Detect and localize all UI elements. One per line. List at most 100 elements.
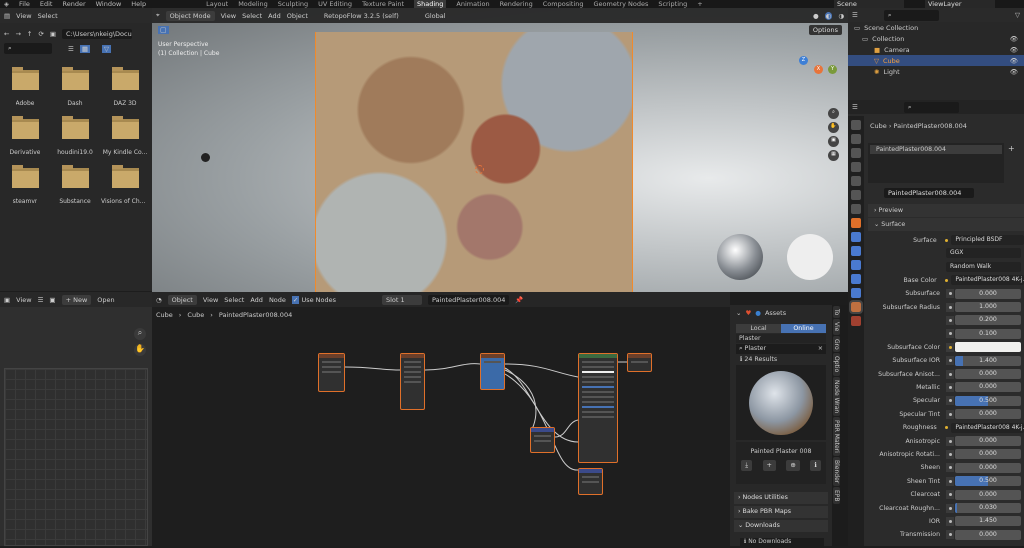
property-slider[interactable]: 0.500 xyxy=(955,476,1021,487)
property-dropdown[interactable]: Random Walk xyxy=(946,261,1021,272)
socket-icon[interactable] xyxy=(946,503,954,513)
menu-select[interactable]: Select xyxy=(38,12,58,20)
socket-icon[interactable] xyxy=(946,490,954,500)
modifier-tab-icon[interactable] xyxy=(851,232,861,242)
shading-material-icon[interactable]: ◐ xyxy=(824,11,833,20)
scene-tab-icon[interactable] xyxy=(851,176,861,186)
new-image-button[interactable]: + New xyxy=(61,294,92,305)
outliner-item-cube[interactable]: ▽ Cube 👁 xyxy=(848,55,1024,66)
vtab-options[interactable]: Optio xyxy=(833,353,840,376)
add-slot-button[interactable]: + xyxy=(1008,144,1015,153)
shader-node-editor[interactable]: ◔ Object View Select Add Node ✓ Use Node… xyxy=(152,292,730,546)
preview-panel-header[interactable]: › Preview xyxy=(868,204,1024,217)
menu-view[interactable]: View xyxy=(16,12,31,20)
socket-icon[interactable] xyxy=(943,276,951,285)
property-slider[interactable]: 0.000 xyxy=(955,462,1021,473)
tab-sculpting[interactable]: Sculpting xyxy=(278,0,308,8)
socket-icon[interactable] xyxy=(946,530,954,540)
socket-icon[interactable] xyxy=(946,463,954,473)
property-slider[interactable]: 1.400 xyxy=(955,355,1021,366)
visibility-eye-icon[interactable]: 👁 xyxy=(1010,46,1024,54)
tab-compositing[interactable]: Compositing xyxy=(543,0,584,8)
shading-rendered-icon[interactable]: ◑ xyxy=(838,12,844,20)
visibility-eye-icon[interactable]: 👁 xyxy=(1010,57,1024,65)
particles-tab-icon[interactable] xyxy=(851,246,861,256)
property-slider[interactable]: 0.000 xyxy=(955,382,1021,393)
ortho-toggle-icon[interactable]: ▦ xyxy=(828,150,839,161)
outliner-item-light[interactable]: ✺ Light 👁 xyxy=(848,66,1024,77)
tab-layout[interactable]: Layout xyxy=(206,0,228,8)
add-icon[interactable]: + xyxy=(762,460,776,471)
tab-shading[interactable]: Shading xyxy=(414,0,447,8)
nodes-utilities-panel[interactable]: › Nodes Utilities xyxy=(734,492,828,504)
material-name-field[interactable]: PaintedPlaster008.004 xyxy=(884,188,974,198)
display-thumbnails-icon[interactable]: ▦ xyxy=(79,44,90,53)
bake-pbr-maps-panel[interactable]: › Bake PBR Maps xyxy=(734,506,828,518)
material-tab-icon[interactable] xyxy=(849,300,863,314)
tab-uv-editing[interactable]: UV Editing xyxy=(318,0,352,8)
viewlayer-field[interactable]: ViewLayer xyxy=(925,0,995,8)
property-link-field[interactable]: PaintedPlaster008 4K-j... xyxy=(951,422,1024,433)
light-icon[interactable] xyxy=(201,153,210,162)
socket-icon[interactable] xyxy=(946,315,954,325)
outliner-search-input[interactable]: ⌕ xyxy=(883,9,939,21)
visibility-eye-icon[interactable]: 👁 xyxy=(1010,35,1024,43)
vtab-epb[interactable]: EPB xyxy=(833,486,840,505)
parent-dir-icon[interactable]: ↑ xyxy=(27,30,32,38)
gizmo-y-axis[interactable]: Y xyxy=(828,65,837,74)
blender-logo-icon[interactable]: ◈ xyxy=(4,0,9,8)
property-slider[interactable]: 0.000 xyxy=(955,489,1021,500)
socket-icon[interactable] xyxy=(946,369,954,379)
view-layer-tab-icon[interactable] xyxy=(851,162,861,172)
socket-icon[interactable] xyxy=(946,409,954,419)
tab-animation[interactable]: Animation xyxy=(456,0,489,8)
editor-type-icon[interactable]: ⌖ xyxy=(156,11,160,20)
pan-hand-icon[interactable]: ✋ xyxy=(134,344,146,356)
socket-icon[interactable] xyxy=(943,236,951,245)
editor-type-icon[interactable]: ▤ xyxy=(4,12,10,20)
material-slot[interactable]: PaintedPlaster008.004 xyxy=(870,145,1002,154)
socket-icon[interactable] xyxy=(946,476,954,486)
filter-icon[interactable]: ▽ xyxy=(1015,11,1020,19)
refresh-icon[interactable]: ⟳ xyxy=(38,30,43,38)
property-slider[interactable]: 0.000 xyxy=(955,369,1021,379)
editor-type-icon[interactable]: ▣ xyxy=(4,296,10,304)
path-input[interactable]: C:\Users\nkeig\Docum... xyxy=(61,28,132,39)
vtab-group[interactable]: Gro xyxy=(833,335,840,353)
uv-grid[interactable] xyxy=(4,368,148,546)
menu-view[interactable]: View xyxy=(221,12,236,20)
search-input[interactable]: ⌕ xyxy=(4,43,52,54)
property-slider[interactable]: 0.000 xyxy=(955,449,1021,460)
forward-icon[interactable]: → xyxy=(15,30,20,38)
outliner-collection[interactable]: ▭ Collection 👁 xyxy=(848,33,1024,44)
socket-icon[interactable] xyxy=(946,356,954,366)
menu-render[interactable]: Render xyxy=(62,0,85,8)
category-dropdown[interactable]: Plaster xyxy=(736,334,826,343)
collapse-icon[interactable]: ⌄ xyxy=(736,309,741,317)
shading-solid-icon[interactable]: ● xyxy=(813,12,819,20)
downloads-panel[interactable]: ⌄ Downloads xyxy=(734,520,828,532)
folder-item[interactable]: Visions of Cha... xyxy=(100,165,150,205)
menu-add[interactable]: Add xyxy=(268,12,281,20)
outliner-type-icon[interactable]: ☰ xyxy=(852,11,858,19)
socket-icon[interactable] xyxy=(946,302,954,312)
constraints-tab-icon[interactable] xyxy=(851,274,861,284)
image-browse-icon[interactable]: ▣ xyxy=(49,296,55,304)
property-slider[interactable]: 0.500 xyxy=(955,395,1021,406)
principled-bsdf-node[interactable] xyxy=(578,353,618,463)
zoom-icon[interactable]: ⌕ xyxy=(828,108,839,119)
texture-tab-icon[interactable] xyxy=(851,316,861,326)
filter-icon[interactable]: ▽ xyxy=(101,44,111,53)
outliner-item-camera[interactable]: ■ Camera 👁 xyxy=(848,44,1024,55)
menu-help[interactable]: Help xyxy=(131,0,146,8)
property-slider[interactable]: 1.450 xyxy=(955,516,1021,527)
asset-search-input[interactable]: ⌕ Plaster × xyxy=(736,344,826,354)
tab-modeling[interactable]: Modeling xyxy=(238,0,268,8)
menu-edit[interactable]: Edit xyxy=(40,0,53,8)
vtab-node-wrangler[interactable]: Node Wran xyxy=(833,376,840,416)
socket-icon[interactable] xyxy=(946,396,954,406)
outliner-scene-collection[interactable]: ▭ Scene Collection xyxy=(848,22,1024,33)
property-slider[interactable]: 0.000 xyxy=(955,409,1021,420)
visibility-eye-icon[interactable]: 👁 xyxy=(1010,68,1024,76)
properties-search-input[interactable]: ⌕ xyxy=(903,101,959,113)
